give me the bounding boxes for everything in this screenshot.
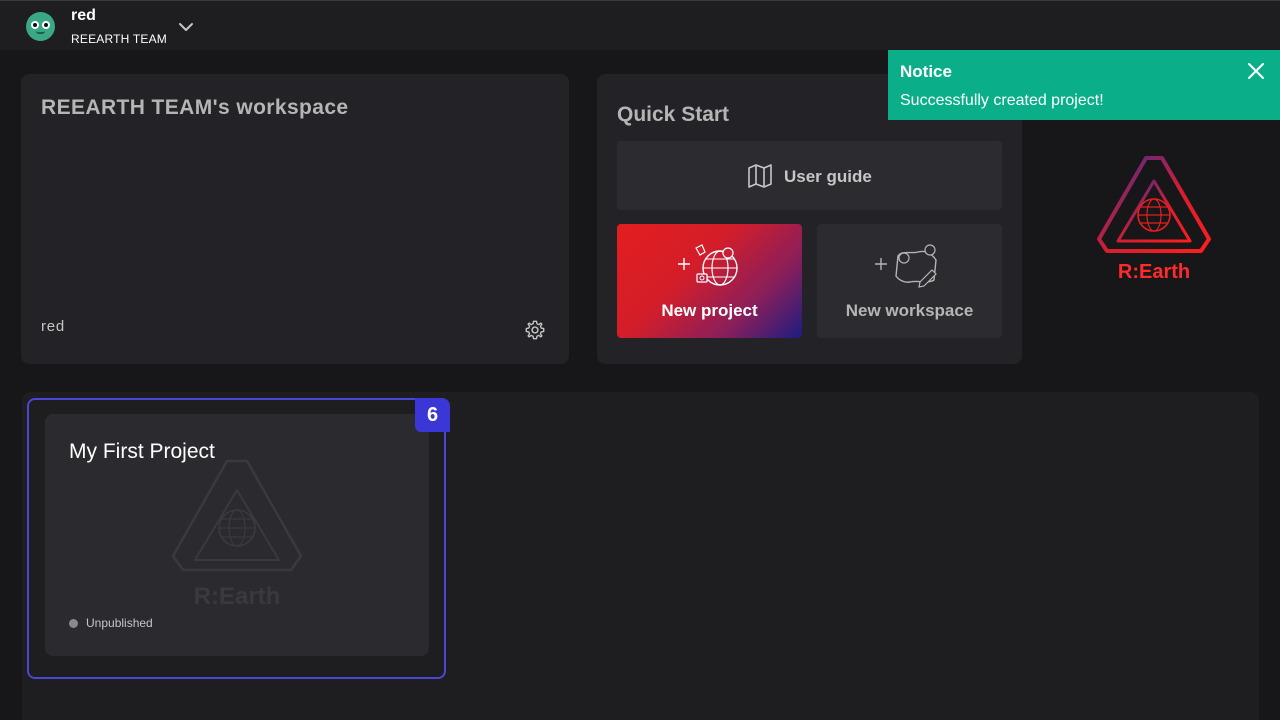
- map-icon: [748, 164, 772, 188]
- close-icon[interactable]: [1246, 61, 1266, 81]
- avatar-eye-left: [31, 21, 39, 29]
- workspace-title: REEARTH TEAM's workspace: [41, 96, 349, 119]
- user-name: red: [71, 7, 96, 24]
- new-project-icon: [678, 244, 738, 286]
- quick-start-title: Quick Start: [617, 103, 730, 126]
- projects-section: My First Project R:Earth Unpublished 6: [22, 392, 1259, 720]
- workspace-member: red: [41, 318, 66, 335]
- svg-text:R:Earth: R:Earth: [1118, 261, 1190, 283]
- new-project-label: New project: [661, 301, 758, 320]
- new-workspace-icon: [875, 244, 937, 288]
- project-placeholder-logo: R:Earth: [171, 459, 303, 610]
- team-name: REEARTH TEAM: [71, 32, 167, 46]
- avatar-eye-right: [42, 21, 50, 29]
- new-workspace-button[interactable]: New workspace: [817, 224, 1002, 338]
- notice-title: Notice: [900, 62, 952, 81]
- notice-message: Successfully created project!: [900, 92, 1104, 109]
- user-guide-label: User guide: [784, 167, 872, 186]
- notice-toast: Notice Successfully created project!: [888, 50, 1280, 120]
- avatar-mouth: [36, 31, 45, 34]
- gear-icon[interactable]: [524, 319, 546, 341]
- project-card-frame[interactable]: My First Project R:Earth Unpublished 6: [27, 398, 450, 679]
- workspace-card: REEARTH TEAM's workspace red: [21, 74, 569, 364]
- status-dot: [69, 619, 78, 628]
- chevron-down-icon[interactable]: [177, 18, 195, 36]
- new-workspace-label: New workspace: [845, 301, 974, 320]
- new-project-button[interactable]: New project: [617, 224, 802, 338]
- project-status: Unpublished: [86, 616, 153, 630]
- svg-text:R:Earth: R:Earth: [194, 583, 281, 610]
- project-count-badge: 6: [415, 398, 450, 432]
- top-header: red REEARTH TEAM: [0, 0, 1280, 50]
- user-avatar[interactable]: [26, 12, 55, 41]
- reearth-logo: R:Earth: [1097, 156, 1211, 283]
- project-card[interactable]: My First Project R:Earth Unpublished: [45, 414, 429, 656]
- user-guide-button[interactable]: User guide: [617, 141, 1002, 210]
